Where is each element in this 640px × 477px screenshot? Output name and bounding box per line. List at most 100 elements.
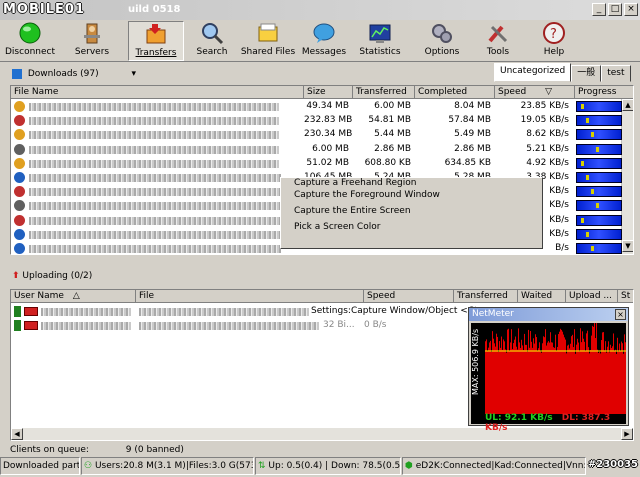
dl-bar: [566, 353, 567, 414]
dl-bar: [614, 350, 615, 414]
upload-row[interactable]: Settings:Capture Window/Object <Ct: [11, 305, 478, 318]
column-upload-time[interactable]: Upload ...: [566, 290, 618, 303]
dl-bar: [563, 334, 564, 414]
column-user-name[interactable]: User Name △: [11, 290, 136, 303]
download-row[interactable]: 49.34 MB 6.00 MB 8.04 MB 23.85 KB/s: [11, 100, 623, 113]
column-progress[interactable]: Progress: [575, 86, 633, 99]
capture-context-menu: Capture a Freehand Region Capture the Fo…: [280, 177, 543, 249]
column-file[interactable]: File: [136, 290, 364, 303]
scroll-down-button[interactable]: ▼: [622, 240, 633, 252]
downloads-header[interactable]: Downloads (97) ▾: [12, 67, 136, 82]
help-button[interactable]: ? Help: [526, 21, 582, 61]
upload-arrow-icon: ⬆: [12, 271, 20, 281]
progress-bar: [576, 172, 622, 183]
cell-transferred: 6.00 MB: [374, 101, 411, 111]
servers-button[interactable]: Servers: [64, 21, 120, 61]
scroll-left-button[interactable]: ◀: [11, 428, 23, 440]
transfers-icon: [144, 22, 168, 46]
category-tabs: Uncategorized 一般 test: [494, 63, 631, 82]
column-file-name[interactable]: File Name: [11, 86, 304, 99]
dl-bar: [573, 347, 574, 414]
minimize-button[interactable]: _: [592, 3, 606, 16]
cell-speed: 23.85 KB/s: [520, 101, 569, 111]
messages-button[interactable]: Messages: [296, 21, 352, 61]
dl-bar: [546, 345, 547, 414]
download-row[interactable]: 6.00 MB 2.86 MB 2.86 MB 5.21 KB/s: [11, 143, 623, 156]
column-size[interactable]: Size: [304, 86, 353, 99]
menu-item-foreground-window[interactable]: Capture the Foreground Window: [281, 187, 542, 203]
column-waited[interactable]: Waited: [518, 290, 566, 303]
chevron-down-icon[interactable]: ▾: [132, 69, 137, 79]
close-button[interactable]: ×: [624, 3, 638, 16]
transfers-button[interactable]: Transfers: [128, 21, 184, 61]
obscured-filename: [139, 308, 309, 316]
download-row[interactable]: 51.02 MB 608.80 KB 634.85 KB 4.92 KB/s: [11, 157, 623, 170]
dl-bar: [603, 332, 604, 414]
status-updown: ⇅ Up: 0.5(0.4) | Down: 78.5(0.5): [255, 457, 401, 475]
column-transferred[interactable]: Transferred: [353, 86, 415, 99]
dl-bar: [510, 342, 511, 414]
dl-bar: [517, 349, 518, 414]
watermark: #230035: [587, 459, 638, 470]
messages-icon: [312, 21, 336, 45]
queue-info: Clients on queue: 9 (0 banned): [10, 445, 184, 455]
dl-bar: [580, 328, 581, 414]
column-status[interactable]: St: [618, 290, 633, 303]
dl-bar: [544, 337, 545, 414]
column-speed[interactable]: Speed ▽: [495, 86, 575, 99]
upload-row[interactable]: 32 Bi... 0 B/s: [11, 319, 466, 332]
dl-bar: [548, 341, 549, 414]
dl-bar: [553, 347, 554, 414]
dl-bar: [537, 350, 538, 414]
obscured-filename: [29, 145, 279, 154]
dl-bar: [516, 346, 517, 414]
download-row[interactable]: 230.34 MB 5.44 MB 5.49 MB 8.62 KB/s: [11, 128, 623, 141]
netmeter-window[interactable]: NetMeter × MAX: 506.9 KB/s UL: 92.1 KB/s…: [468, 307, 629, 433]
statistics-button[interactable]: Statistics: [352, 21, 408, 61]
dl-bar: [561, 329, 562, 414]
dl-bar: [607, 346, 608, 414]
menu-item-freehand[interactable]: Capture a Freehand Region: [281, 178, 542, 188]
dl-bar: [556, 350, 557, 414]
progress-bar: [576, 243, 622, 254]
column-completed[interactable]: Completed: [415, 86, 495, 99]
tab-uncategorized[interactable]: Uncategorized: [494, 63, 572, 82]
menu-item-entire-screen[interactable]: Capture the Entire Screen: [281, 203, 542, 219]
dl-bar: [613, 333, 614, 414]
dl-bar: [485, 341, 486, 414]
disconnect-button[interactable]: Disconnect: [2, 21, 58, 61]
dl-bar: [602, 332, 603, 414]
menu-item-pick-color[interactable]: Pick a Screen Color: [281, 219, 542, 235]
options-icon: [430, 21, 454, 45]
dl-bar: [608, 341, 609, 414]
dl-bar: [519, 342, 520, 414]
dl-bar: [506, 352, 507, 414]
dl-bar: [623, 353, 624, 414]
download-row[interactable]: 232.83 MB 54.81 MB 57.84 MB 19.05 KB/s: [11, 114, 623, 127]
servers-icon: [80, 21, 104, 45]
tab-general[interactable]: 一般: [571, 65, 602, 82]
dl-bar: [590, 349, 591, 414]
search-button[interactable]: Search: [184, 21, 240, 61]
dl-bar: [621, 341, 622, 414]
column-speed[interactable]: Speed: [364, 290, 454, 303]
column-transferred[interactable]: Transferred: [454, 290, 518, 303]
tools-button[interactable]: Tools: [470, 21, 526, 61]
netmeter-max-label: MAX: 506.9 KB/s: [471, 328, 480, 396]
close-icon[interactable]: ×: [615, 309, 626, 320]
maximize-button[interactable]: □: [608, 3, 622, 16]
help-icon: ?: [542, 21, 566, 45]
dl-bar: [581, 342, 582, 414]
tab-test[interactable]: test: [601, 65, 631, 82]
dl-bar: [507, 329, 508, 414]
dl-bar: [569, 348, 570, 414]
obscured-username: [41, 308, 131, 316]
dl-bar: [586, 333, 587, 414]
dl-bar: [542, 343, 543, 414]
shared-files-button[interactable]: Shared Files: [240, 21, 296, 61]
scroll-up-button[interactable]: ▲: [622, 99, 633, 111]
dl-bar: [494, 343, 495, 414]
dl-bar: [596, 323, 597, 414]
options-button[interactable]: Options: [414, 21, 470, 61]
dl-bar: [583, 338, 584, 414]
